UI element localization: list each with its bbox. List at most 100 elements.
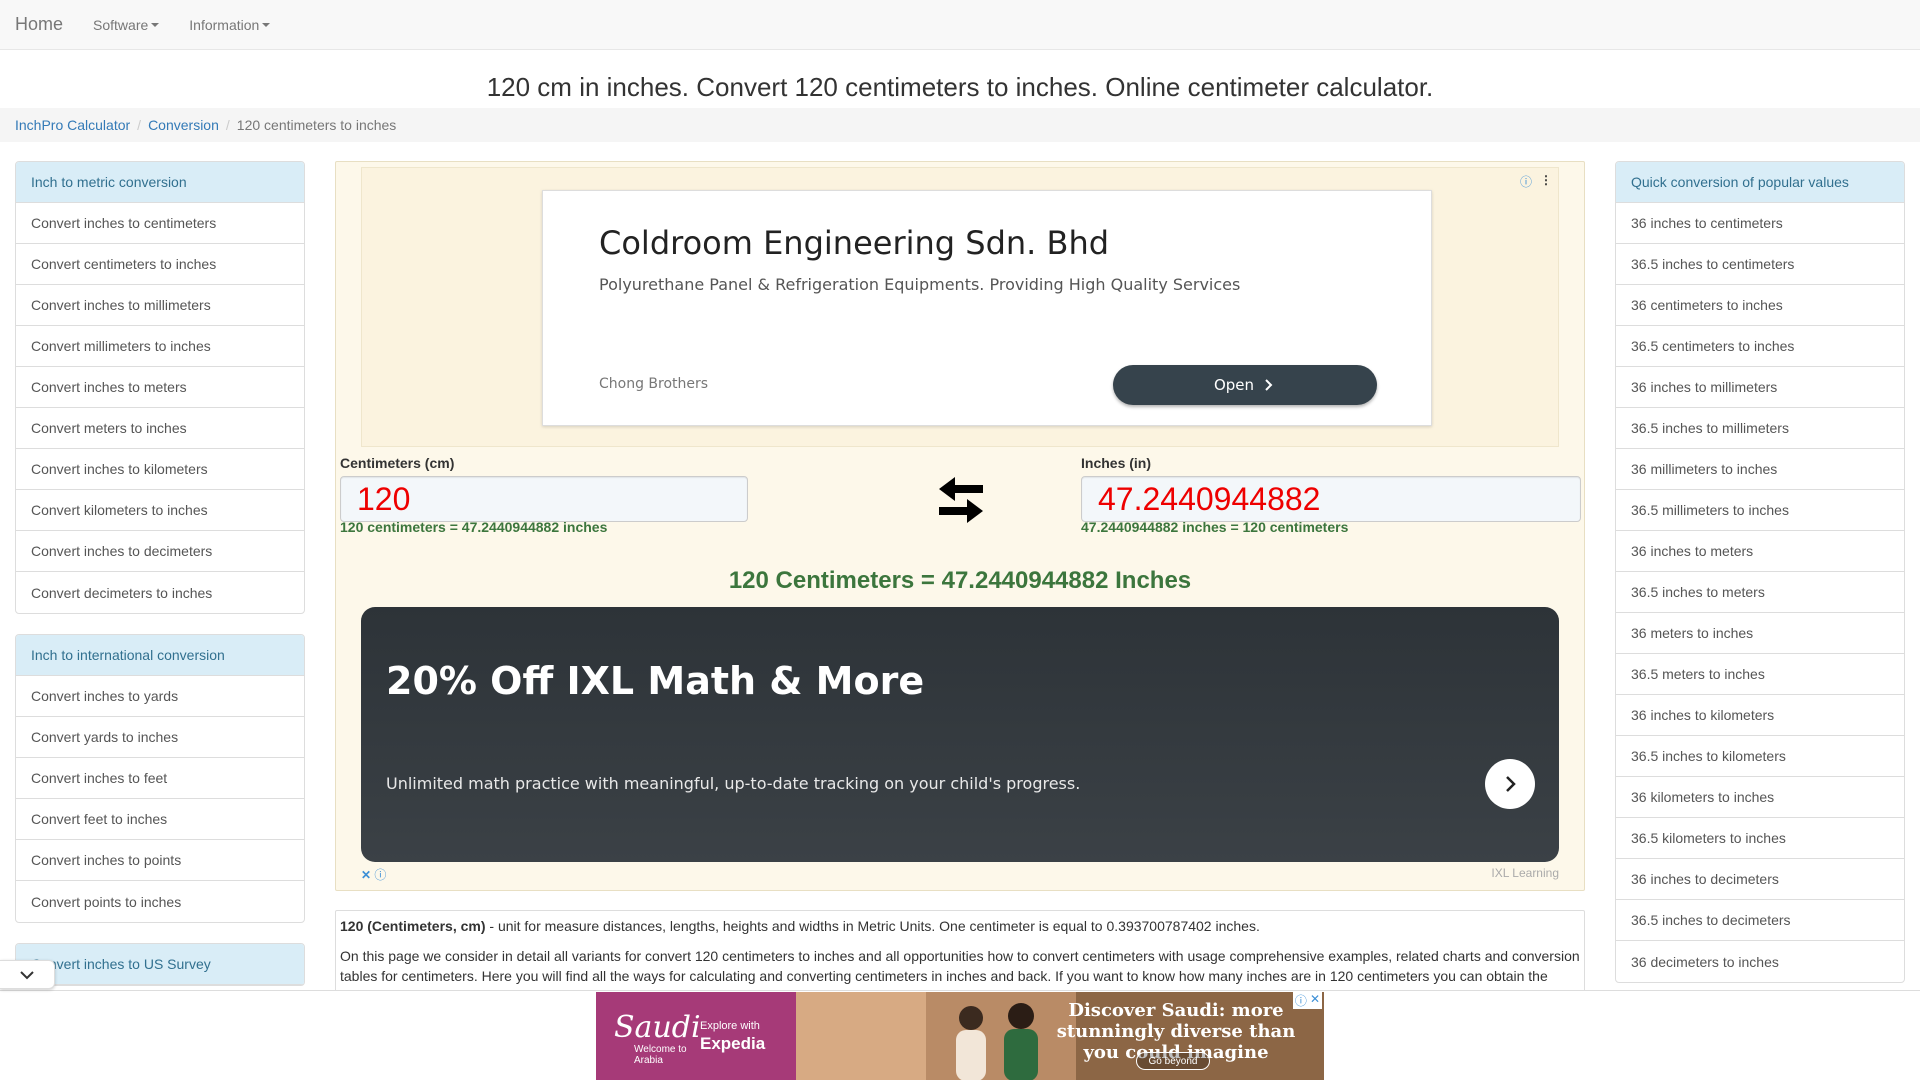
list-item[interactable]: 36 inches to millimeters [1616,367,1904,408]
list-item[interactable]: 36 decimeters to inches [1616,941,1904,982]
main-content: ⓘ ⋮ Coldroom Engineering Sdn. Bhd Polyur… [335,161,1585,1030]
list-item[interactable]: 36 kilometers to inches [1616,777,1904,818]
ad-ixl-advertiser: IXL Learning [1491,866,1559,880]
list-item[interactable]: Convert decimeters to inches [16,572,304,613]
list-item[interactable]: Convert meters to inches [16,408,304,449]
list-item[interactable]: 36 inches to meters [1616,531,1904,572]
ad-info-icon[interactable]: ⓘ [1295,992,1307,1009]
caret-down-icon [262,22,271,27]
ad-ixl-title: 20% Off IXL Math & More [386,659,925,703]
popular-values-list: Quick conversion of popular values 36 in… [1615,161,1905,983]
ad-menu-icon[interactable]: ⋮ [1540,173,1552,190]
nav-home-link[interactable]: Home [15,14,63,35]
caret-down-icon [151,22,160,27]
list-item[interactable]: Convert inches to points [16,840,304,881]
list-heading: Convert inches to US Survey [16,944,304,985]
list-item[interactable]: 36.5 inches to decimeters [1616,900,1904,941]
list-heading: Inch to metric conversion [16,162,304,203]
ad-ixl-go-button[interactable] [1485,759,1535,809]
ad-open-button[interactable]: Open [1113,365,1377,405]
list-item[interactable]: Convert centimeters to inches [16,244,304,285]
close-icon[interactable]: ✕ [1310,992,1320,1009]
ad-description: Polyurethane Panel & Refrigeration Equip… [599,275,1241,294]
ad-card[interactable]: Coldroom Engineering Sdn. Bhd Polyuretha… [542,190,1432,426]
list-item[interactable]: 36 meters to inches [1616,613,1904,654]
swap-arrows-icon[interactable] [933,472,989,528]
nav-information-label: Information [189,16,260,33]
ad-ixl-text: Unlimited math practice with meaningful,… [386,774,1081,793]
chevron-right-icon [1265,379,1273,391]
chevron-right-icon [1506,776,1516,792]
ad-ixl-footer: ✕ ⓘ IXL Learning [361,866,1559,883]
list-item[interactable]: 36.5 meters to inches [1616,654,1904,695]
list-item[interactable]: 36 inches to centimeters [1616,203,1904,244]
centimeters-label: Centimeters (cm) [340,455,455,471]
inches-input[interactable]: 47.2440944882 [1081,476,1581,522]
list-item[interactable]: 36 inches to decimeters [1616,859,1904,900]
bottom-ad-bar: Saudi Welcome to Arabia Explore with Exp… [0,990,1920,1080]
ad-choices[interactable]: ⓘ ✕ [1292,992,1322,1009]
converter-panel: ⓘ ⋮ Coldroom Engineering Sdn. Bhd Polyur… [335,161,1585,891]
ad-choices[interactable]: ⓘ ⋮ [1520,173,1552,190]
nav-information-dropdown[interactable]: Information [189,16,271,33]
ad-title: Coldroom Engineering Sdn. Bhd [599,224,1110,262]
list-item[interactable]: 36.5 inches to kilometers [1616,736,1904,777]
ad-advertiser: Chong Brothers [599,376,709,392]
list-item[interactable]: Convert points to inches [16,881,304,922]
metric-conversion-list: Inch to metric conversion Convert inches… [15,161,305,614]
international-conversion-list: Inch to international conversion Convert… [15,634,305,923]
expedia-logo: Expedia [700,1034,766,1053]
saudi-welcome-text: Welcome to Arabia [634,1044,687,1066]
ad-banner-ixl[interactable]: 20% Off IXL Math & More Unlimited math p… [361,607,1559,862]
ad-close-icons[interactable]: ✕ ⓘ [361,866,386,883]
list-item[interactable]: Convert inches to decimeters [16,531,304,572]
conversion-result: 120 Centimeters = 47.2440944882 Inches [728,567,1192,594]
chevron-down-icon [20,970,34,979]
list-heading: Inch to international conversion [16,635,304,676]
ad-info-icon[interactable]: ⓘ [1520,173,1532,190]
inches-result-note: 47.2440944882 inches = 120 centimeters [1081,519,1349,535]
list-item[interactable]: Convert yards to inches [16,717,304,758]
list-item[interactable]: 36 millimeters to inches [1616,449,1904,490]
list-item[interactable]: Convert inches to millimeters [16,285,304,326]
saudi-ad-cta[interactable]: Go beyond [1136,1052,1210,1070]
ad-explore-text: Explore with [700,1020,760,1032]
list-item[interactable]: 36.5 inches to millimeters [1616,408,1904,449]
saudi-logo: Saudi [614,1010,701,1045]
list-item[interactable]: Convert inches to yards [16,676,304,717]
list-item[interactable]: 36.5 inches to meters [1616,572,1904,613]
breadcrumb-current: 120 centimeters to inches [236,117,397,133]
ad-info-icon[interactable]: ⓘ [374,868,386,882]
breadcrumb-separator: / [225,117,230,133]
list-item[interactable]: 36.5 inches to centimeters [1616,244,1904,285]
breadcrumb-inchpro-link[interactable]: InchPro Calculator [15,117,130,133]
right-sidebar: Quick conversion of popular values 36 in… [1615,161,1905,1003]
list-item[interactable]: Convert inches to meters [16,367,304,408]
list-item[interactable]: Convert feet to inches [16,799,304,840]
inches-label: Inches (in) [1081,455,1152,471]
list-item[interactable]: 36 centimeters to inches [1616,285,1904,326]
close-icon[interactable]: ✕ [361,868,371,882]
collapse-ad-button[interactable] [0,960,55,989]
list-item[interactable]: Convert millimeters to inches [16,326,304,367]
left-sidebar: Inch to metric conversion Convert inches… [15,161,305,1006]
centimeters-result-note: 120 centimeters = 47.2440944882 inches [340,519,608,535]
top-navbar: Home Software Information [0,0,1920,50]
description-paragraph: 120 (Centimeters, cm) - unit for measure… [340,916,1580,936]
list-item[interactable]: Convert kilometers to inches [16,490,304,531]
list-item[interactable]: Convert inches to feet [16,758,304,799]
description-term: 120 (Centimeters, cm) [340,918,486,934]
list-item[interactable]: Convert inches to centimeters [16,203,304,244]
centimeters-input[interactable]: 120 [340,476,748,522]
list-item[interactable]: 36.5 kilometers to inches [1616,818,1904,859]
list-item[interactable]: 36 inches to kilometers [1616,695,1904,736]
breadcrumb: InchPro Calculator / Conversion / 120 ce… [0,108,1920,142]
list-item[interactable]: 36.5 centimeters to inches [1616,326,1904,367]
breadcrumb-conversion-link[interactable]: Conversion [148,117,219,133]
list-item[interactable]: 36.5 millimeters to inches [1616,490,1904,531]
saudi-ad-banner[interactable]: Saudi Welcome to Arabia Explore with Exp… [596,992,1324,1080]
description-definition: - unit for measure distances, lengths, h… [485,918,1260,934]
nav-software-dropdown[interactable]: Software [93,17,160,33]
list-item[interactable]: Convert inches to kilometers [16,449,304,490]
breadcrumb-separator: / [137,117,142,133]
